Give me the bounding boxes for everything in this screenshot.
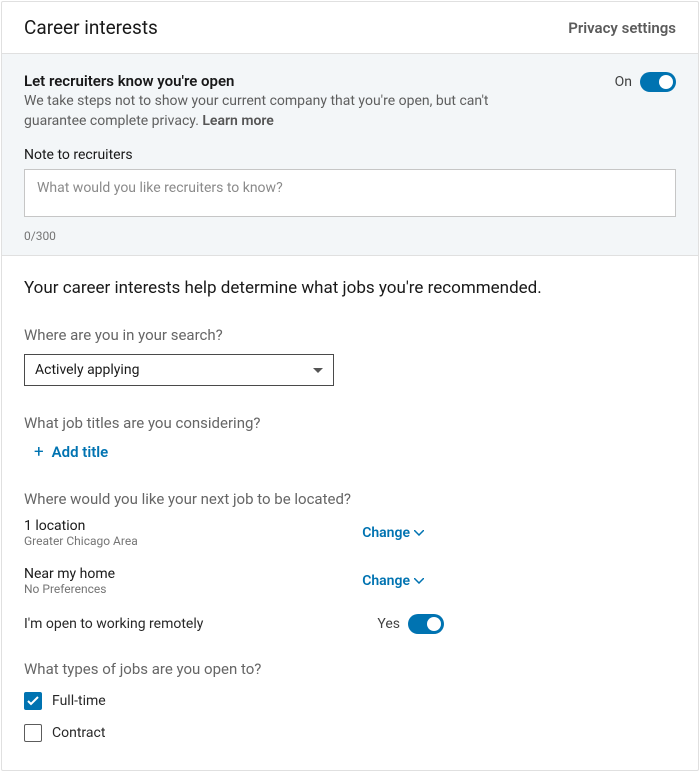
note-char-count: 0/300 xyxy=(24,229,676,243)
plus-icon: + xyxy=(34,442,44,462)
privacy-settings-link[interactable]: Privacy settings xyxy=(568,19,676,37)
open-desc: We take steps not to show your current c… xyxy=(24,92,544,131)
note-label: Note to recruiters xyxy=(24,147,676,163)
search-stage-select-wrap: Actively applying xyxy=(24,354,334,386)
location-item-title: 1 location xyxy=(24,518,138,534)
learn-more-link[interactable]: Learn more xyxy=(202,113,273,129)
job-type-label: Contract xyxy=(52,725,105,741)
location-item-text: Near my home No Preferences xyxy=(24,566,115,596)
location-item-sub: No Preferences xyxy=(24,582,115,596)
search-stage-value: Actively applying xyxy=(35,362,139,378)
open-to-recruiters-section: Let recruiters know you're open We take … xyxy=(2,54,698,256)
chevron-down-icon xyxy=(414,578,424,584)
career-interests-card: Career interests Privacy settings Let re… xyxy=(1,1,699,771)
checkbox-checked-icon xyxy=(24,692,42,710)
location-item-title: Near my home xyxy=(24,566,115,582)
location-question: Where would you like your next job to be… xyxy=(24,490,676,508)
job-type-option[interactable]: Full-time xyxy=(24,692,676,710)
chevron-down-icon xyxy=(313,368,323,373)
location-change-button[interactable]: Change xyxy=(362,525,424,541)
chevron-down-icon xyxy=(414,530,424,536)
job-type-option[interactable]: Contract xyxy=(24,724,676,742)
add-title-button[interactable]: + Add title xyxy=(34,442,676,462)
location-item: Near my home No Preferences Change xyxy=(24,566,424,596)
section-headline: Your career interests help determine wha… xyxy=(24,278,676,298)
card-header: Career interests Privacy settings xyxy=(2,2,698,54)
remote-toggle-wrap: Yes xyxy=(377,614,444,634)
open-toggle-label: On xyxy=(615,74,632,90)
remote-label: I'm open to working remotely xyxy=(24,616,377,632)
job-type-label: Full-time xyxy=(52,693,106,709)
job-titles-block: What job titles are you considering? + A… xyxy=(24,414,676,462)
checkbox-unchecked-icon xyxy=(24,724,42,742)
note-input[interactable] xyxy=(24,169,676,217)
location-block: Where would you like your next job to be… xyxy=(24,490,676,596)
card-title: Career interests xyxy=(24,16,158,39)
location-item: 1 location Greater Chicago Area Change xyxy=(24,518,424,548)
remote-row: I'm open to working remotely Yes xyxy=(24,614,444,634)
change-label: Change xyxy=(362,525,410,541)
remote-toggle[interactable] xyxy=(408,614,444,634)
job-types-block: What types of jobs are you open to? Full… xyxy=(24,660,676,742)
location-item-text: 1 location Greater Chicago Area xyxy=(24,518,138,548)
open-title: Let recruiters know you're open xyxy=(24,72,544,90)
search-stage-question: Where are you in your search? xyxy=(24,326,676,344)
open-text-block: Let recruiters know you're open We take … xyxy=(24,72,544,131)
job-types-question: What types of jobs are you open to? xyxy=(24,660,676,678)
add-title-label: Add title xyxy=(52,443,109,461)
search-stage-select[interactable]: Actively applying xyxy=(24,354,334,386)
change-label: Change xyxy=(362,573,410,589)
job-titles-question: What job titles are you considering? xyxy=(24,414,676,432)
open-toggle-row: Let recruiters know you're open We take … xyxy=(24,72,676,131)
search-stage-block: Where are you in your search? Actively a… xyxy=(24,326,676,386)
open-toggle[interactable] xyxy=(640,72,676,92)
remote-toggle-label: Yes xyxy=(377,616,400,632)
location-change-button[interactable]: Change xyxy=(362,573,424,589)
interests-section: Your career interests help determine wha… xyxy=(2,256,698,742)
location-item-sub: Greater Chicago Area xyxy=(24,534,138,548)
open-toggle-wrap: On xyxy=(615,72,676,92)
